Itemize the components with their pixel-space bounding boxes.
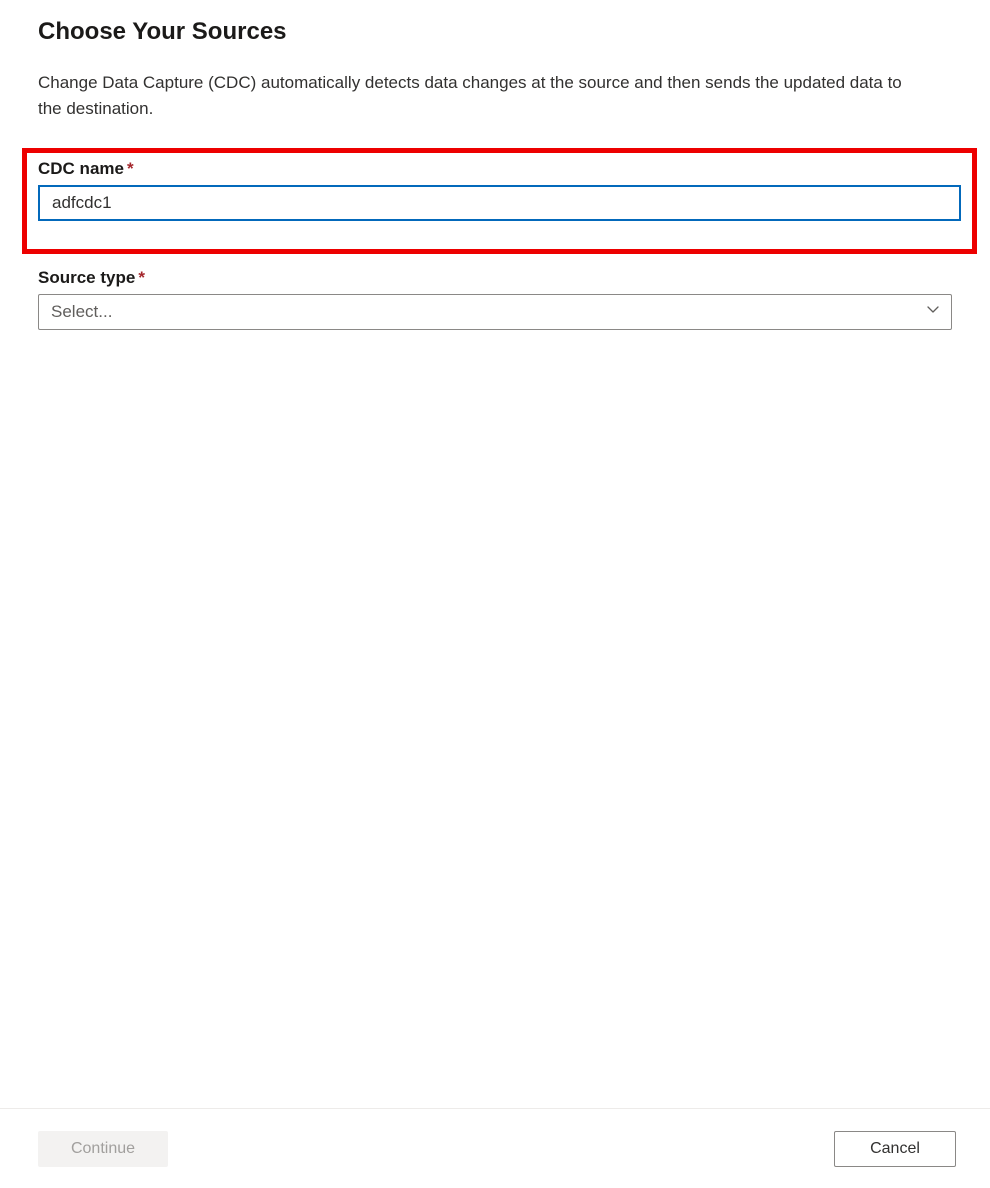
source-type-select[interactable]: Select...	[38, 294, 952, 330]
cdc-name-highlight-box: CDC name*	[22, 148, 977, 254]
cdc-name-input[interactable]	[38, 185, 961, 221]
cdc-name-label-text: CDC name	[38, 159, 124, 178]
required-asterisk: *	[127, 159, 134, 178]
footer-bar: Continue Cancel	[0, 1108, 990, 1188]
page-description: Change Data Capture (CDC) automatically …	[38, 70, 918, 123]
source-type-placeholder: Select...	[51, 302, 112, 322]
source-type-label: Source type*	[38, 268, 952, 288]
page-title: Choose Your Sources	[38, 18, 952, 46]
cancel-button[interactable]: Cancel	[834, 1131, 956, 1167]
continue-button[interactable]: Continue	[38, 1131, 168, 1167]
source-type-label-text: Source type	[38, 268, 135, 287]
required-asterisk: *	[138, 268, 145, 287]
cdc-name-label: CDC name*	[38, 159, 961, 179]
